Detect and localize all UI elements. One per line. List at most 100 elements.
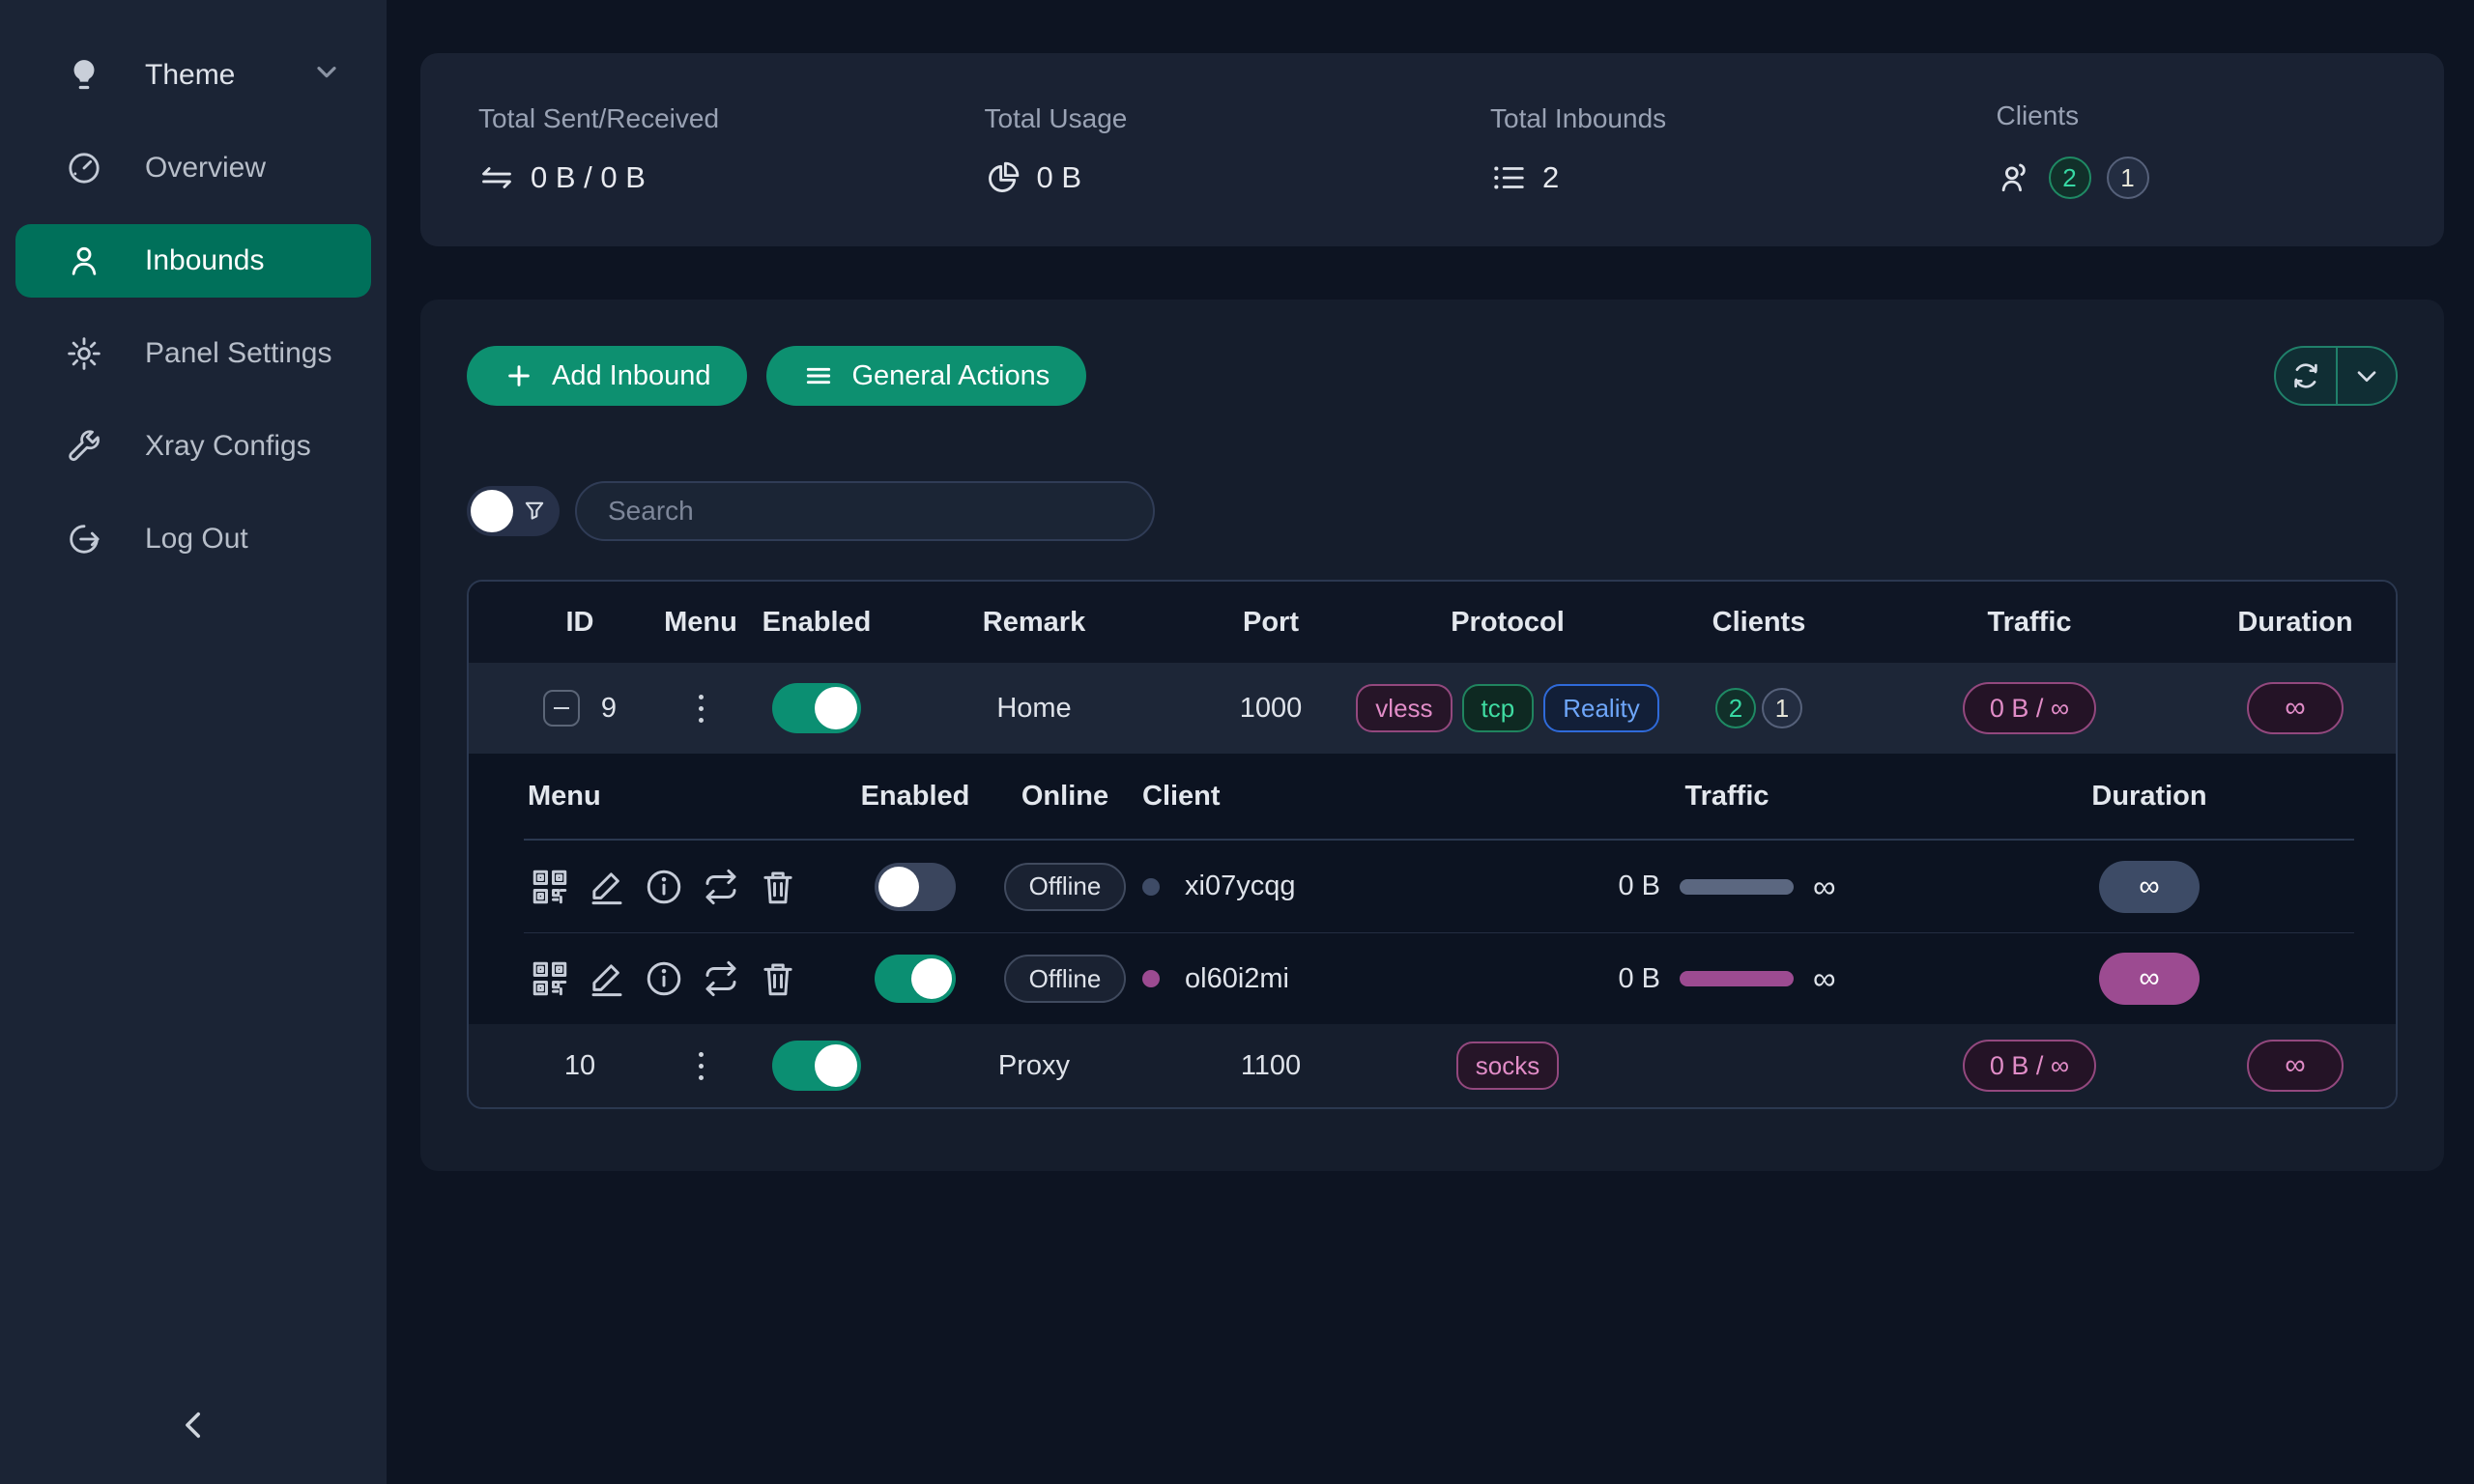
toggle-knob bbox=[471, 490, 513, 532]
delete-client-button[interactable] bbox=[756, 956, 800, 1001]
search-input[interactable] bbox=[575, 481, 1155, 541]
transfer-arrows-icon bbox=[478, 159, 515, 196]
online-status-dot bbox=[1142, 878, 1160, 896]
inbound-enabled-toggle[interactable] bbox=[772, 1041, 861, 1091]
protocol-badge-reality: Reality bbox=[1543, 684, 1658, 732]
stat-value: 2 bbox=[1542, 160, 1559, 195]
reset-traffic-button[interactable] bbox=[699, 956, 743, 1001]
traffic-progress-bar bbox=[1680, 971, 1794, 986]
online-status-dot bbox=[1142, 970, 1160, 987]
inbound-enabled-toggle[interactable] bbox=[772, 683, 861, 733]
refresh-button[interactable] bbox=[2276, 348, 2336, 404]
sidebar-item-inbounds[interactable]: Inbounds bbox=[15, 224, 371, 298]
clients-active-badge: 2 bbox=[1715, 688, 1756, 728]
delete-client-button[interactable] bbox=[756, 865, 800, 909]
client-status-badge: Offline bbox=[1004, 863, 1127, 911]
inbounds-table: ID Menu Enabled Remark Port Protocol Cli… bbox=[467, 580, 2398, 1109]
theme-selector[interactable]: Theme bbox=[15, 39, 371, 112]
col-menu: Menu bbox=[664, 607, 737, 639]
stat-label: Clients bbox=[1997, 100, 2445, 131]
duration-badge: ∞ bbox=[2247, 1040, 2344, 1092]
sidebar-collapse-button[interactable] bbox=[159, 1391, 227, 1459]
general-actions-label: General Actions bbox=[851, 360, 1050, 392]
stats-card: Total Sent/Received 0 B / 0 B Total Usag… bbox=[420, 53, 2444, 246]
sidebar-item-label: Xray Configs bbox=[145, 430, 311, 463]
theme-label: Theme bbox=[145, 59, 235, 92]
client-enabled-toggle[interactable] bbox=[875, 863, 956, 911]
gear-icon bbox=[64, 333, 104, 374]
app-root: Theme Overview Inbounds Panel Settings bbox=[0, 0, 2474, 1484]
sub-col-online: Online bbox=[1021, 781, 1108, 813]
table-row-inbound-home: 9 Home 1000 vless tcp Reality 2 1 bbox=[469, 663, 2396, 754]
subtable-header: Menu Enabled Online Client Traffic Durat… bbox=[524, 754, 2354, 841]
traffic-used: 0 B bbox=[1618, 870, 1660, 902]
client-info-button[interactable] bbox=[642, 865, 686, 909]
toolbar: Add Inbound General Actions bbox=[467, 346, 2398, 406]
chevron-left-icon bbox=[173, 1405, 214, 1445]
main-content: Total Sent/Received 0 B / 0 B Total Usag… bbox=[387, 0, 2474, 1484]
sub-col-enabled: Enabled bbox=[861, 781, 970, 813]
refresh-split-button bbox=[2274, 346, 2398, 406]
sub-col-traffic: Traffic bbox=[1684, 781, 1769, 813]
protocol-badge-tcp: tcp bbox=[1462, 684, 1535, 732]
qr-code-button[interactable] bbox=[528, 956, 572, 1001]
inbound-remark: Proxy bbox=[998, 1050, 1070, 1082]
gauge-icon bbox=[64, 148, 104, 188]
sidebar-item-panel-settings[interactable]: Panel Settings bbox=[15, 317, 371, 390]
sidebar-item-logout[interactable]: Log Out bbox=[15, 502, 371, 576]
add-inbound-button[interactable]: Add Inbound bbox=[467, 346, 747, 406]
table-header: ID Menu Enabled Remark Port Protocol Cli… bbox=[469, 582, 2396, 663]
row-menu-button[interactable] bbox=[693, 1046, 709, 1086]
row-menu-button[interactable] bbox=[693, 689, 709, 728]
client-subtable: Menu Enabled Online Client Traffic Durat… bbox=[469, 754, 2396, 1024]
inbound-id: 10 bbox=[564, 1050, 595, 1082]
client-duration-badge: ∞ bbox=[2099, 861, 2200, 913]
list-icon bbox=[1490, 159, 1527, 196]
sidebar-item-overview[interactable]: Overview bbox=[15, 131, 371, 205]
traffic-used: 0 B bbox=[1618, 963, 1660, 995]
general-actions-button[interactable]: General Actions bbox=[766, 346, 1086, 406]
sidebar-item-label: Log Out bbox=[145, 523, 248, 556]
col-traffic: Traffic bbox=[1987, 607, 2071, 639]
duration-badge: ∞ bbox=[2247, 682, 2344, 734]
qr-code-button[interactable] bbox=[528, 865, 572, 909]
edit-client-button[interactable] bbox=[585, 865, 629, 909]
clients-inactive-badge: 1 bbox=[1762, 688, 1802, 728]
client-row: Offline ol60i2mi 0 B ∞ ∞ bbox=[524, 932, 2354, 1024]
sidebar-item-label: Panel Settings bbox=[145, 337, 331, 370]
logout-icon bbox=[64, 519, 104, 559]
client-enabled-toggle[interactable] bbox=[875, 955, 956, 1003]
sidebar-item-label: Overview bbox=[145, 152, 266, 185]
chevron-down-icon bbox=[311, 56, 342, 95]
stat-total-usage: Total Usage 0 B bbox=[927, 103, 1433, 196]
col-id: ID bbox=[566, 607, 594, 639]
sidebar: Theme Overview Inbounds Panel Settings bbox=[0, 0, 387, 1484]
inbound-port: 1100 bbox=[1241, 1050, 1301, 1082]
refresh-icon bbox=[2290, 360, 2321, 391]
protocol-badge-socks: socks bbox=[1456, 1042, 1559, 1090]
stat-clients: Clients 2 1 bbox=[1939, 100, 2445, 199]
client-info-button[interactable] bbox=[642, 956, 686, 1001]
edit-client-button[interactable] bbox=[585, 956, 629, 1001]
sidebar-item-xray-configs[interactable]: Xray Configs bbox=[15, 410, 371, 483]
traffic-progress-bar bbox=[1680, 879, 1794, 895]
client-row: Offline xi07ycqg 0 B ∞ ∞ bbox=[524, 841, 2354, 932]
clients-total-badge: 1 bbox=[2107, 157, 2149, 199]
stat-value: 0 B / 0 B bbox=[531, 160, 646, 195]
table-row-inbound-proxy: 10 Proxy 1100 socks 0 B / ∞ ∞ bbox=[469, 1024, 2396, 1107]
col-clients: Clients bbox=[1712, 607, 1806, 639]
sub-col-menu: Menu bbox=[524, 781, 601, 813]
stat-total-inbounds: Total Inbounds 2 bbox=[1432, 103, 1939, 196]
client-name: ol60i2mi bbox=[1185, 963, 1289, 995]
refresh-options-button[interactable] bbox=[2336, 348, 2396, 404]
col-enabled: Enabled bbox=[762, 607, 872, 639]
col-remark: Remark bbox=[983, 607, 1085, 639]
user-icon bbox=[64, 241, 104, 281]
filter-toggle[interactable] bbox=[467, 486, 560, 536]
stat-label: Total Sent/Received bbox=[478, 103, 927, 134]
col-port: Port bbox=[1243, 607, 1299, 639]
traffic-badge: 0 B / ∞ bbox=[1963, 682, 2096, 734]
reset-traffic-button[interactable] bbox=[699, 865, 743, 909]
traffic-badge: 0 B / ∞ bbox=[1963, 1040, 2096, 1092]
collapse-row-button[interactable] bbox=[543, 690, 580, 727]
